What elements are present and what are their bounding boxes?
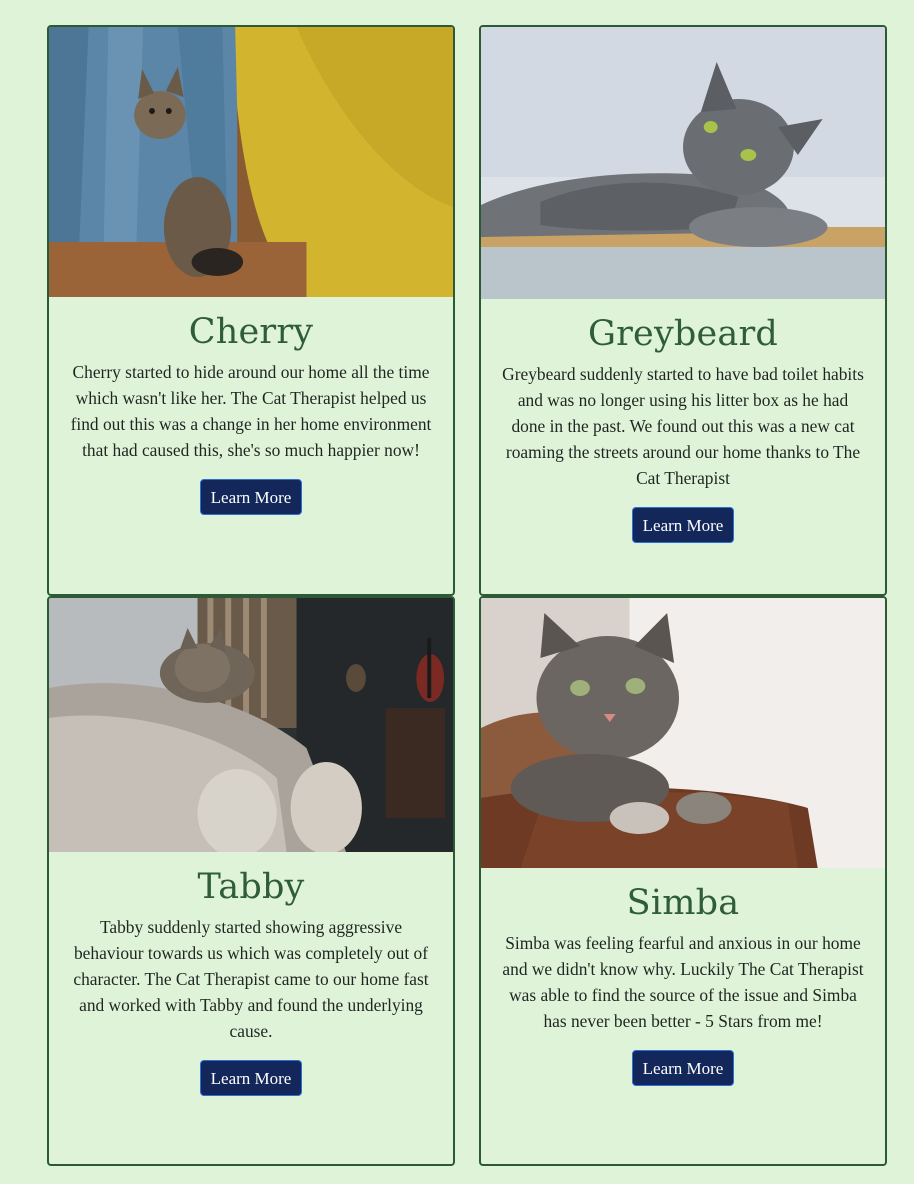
greybeard-learn-more-button[interactable]: Learn More xyxy=(631,507,735,543)
simba-name-heading: Simba xyxy=(626,883,740,923)
greybeard-testimonial-text: Greybeard suddenly started to have bad t… xyxy=(502,364,864,488)
cherry-cat-photo xyxy=(49,27,453,297)
simba-cat-photo xyxy=(481,598,885,868)
simba-learn-more-button[interactable]: Learn More xyxy=(631,1050,735,1086)
cherry-testimonial-text: Cherry started to hide around our home a… xyxy=(70,362,432,460)
testimonial-card-tabby: Tabby Tabby suddenly started showing agg… xyxy=(47,596,455,1166)
simba-testimonial-text: Simba was feeling fearful and anxious in… xyxy=(502,933,864,1031)
greybeard-name-heading: Greybeard xyxy=(587,314,779,354)
tabby-testimonial-text: Tabby suddenly started showing aggressiv… xyxy=(73,917,429,1041)
tabby-learn-more-button[interactable]: Learn More xyxy=(199,1060,303,1096)
cherry-name-heading: Cherry xyxy=(188,312,314,352)
testimonial-card-simba: Simba Simba was feeling fearful and anxi… xyxy=(479,596,887,1166)
cherry-learn-more-button[interactable]: Learn More xyxy=(199,479,303,515)
tabby-name-heading: Tabby xyxy=(197,867,305,907)
testimonial-card-greybeard: Greybeard Greybeard suddenly started to … xyxy=(479,25,887,596)
tabby-cat-photo xyxy=(49,598,453,852)
testimonial-card-cherry: Cherry Cherry started to hide around our… xyxy=(47,25,455,596)
greybeard-cat-photo xyxy=(481,27,885,299)
